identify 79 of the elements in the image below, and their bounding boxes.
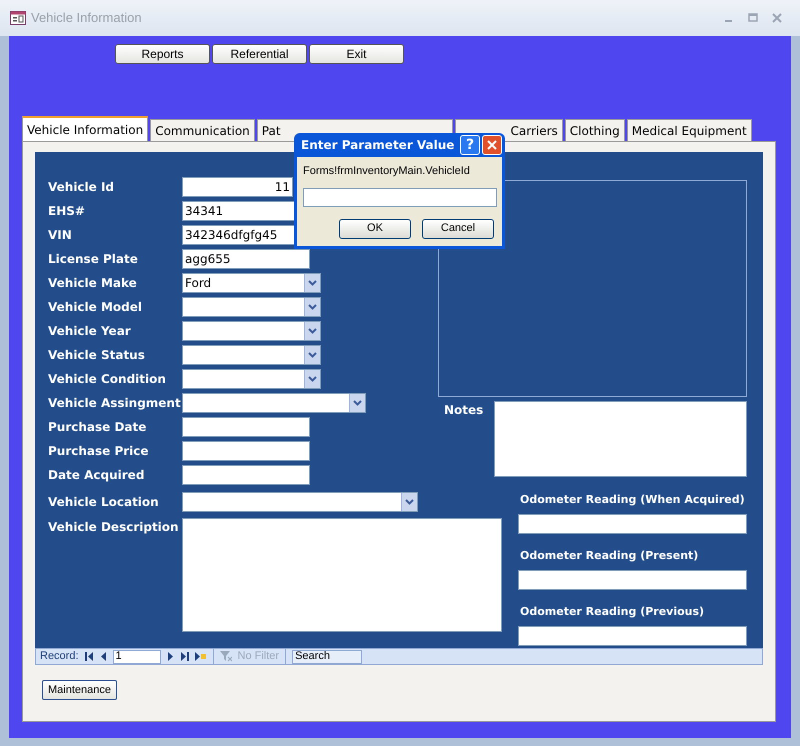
chevron-down-icon bbox=[308, 280, 317, 286]
odometer-field[interactable] bbox=[518, 626, 747, 646]
combo-box[interactable] bbox=[182, 345, 321, 365]
dialog-button[interactable]: Cancel bbox=[422, 218, 494, 238]
combo-box[interactable] bbox=[182, 321, 321, 341]
new-record-icon[interactable] bbox=[194, 652, 207, 661]
filter-status: No Filter bbox=[238, 649, 280, 664]
record-number-field[interactable]: 1 bbox=[112, 650, 161, 664]
field-label: License Plate bbox=[48, 251, 139, 268]
last-record-icon[interactable] bbox=[180, 652, 189, 661]
chevron-down-icon bbox=[308, 376, 317, 382]
field-label: Notes bbox=[443, 402, 484, 419]
text-field[interactable] bbox=[182, 465, 310, 485]
field-label: Odometer Reading (Present) bbox=[519, 548, 700, 564]
odometer-field[interactable] bbox=[518, 570, 747, 590]
parameter-field[interactable] bbox=[303, 188, 497, 206]
close-button[interactable] bbox=[482, 135, 502, 155]
field-label: Vehicle Assingment bbox=[48, 395, 182, 412]
chevron-down-icon bbox=[308, 352, 317, 358]
field-label: EHS# bbox=[48, 203, 86, 220]
header-button[interactable]: Reports bbox=[115, 44, 210, 64]
text-field[interactable] bbox=[182, 417, 310, 437]
field-label: Vehicle Location bbox=[48, 494, 160, 511]
combo-box[interactable] bbox=[182, 297, 321, 317]
combo-box[interactable]: Ford bbox=[182, 273, 321, 293]
field-label: Purchase Price bbox=[48, 443, 150, 460]
field-label: Date Acquired bbox=[48, 467, 146, 484]
dropdown-button[interactable] bbox=[304, 346, 320, 364]
field-label: Vehicle Model bbox=[48, 299, 143, 316]
field-label: Vehicle Status bbox=[48, 347, 146, 364]
tab[interactable]: Clothing bbox=[564, 119, 625, 141]
text-field[interactable]: agg655 bbox=[182, 249, 310, 269]
dropdown-button[interactable] bbox=[349, 394, 365, 412]
search-field[interactable]: Search bbox=[292, 650, 362, 664]
header-button[interactable]: Referential bbox=[212, 44, 307, 64]
notes-field[interactable] bbox=[494, 401, 747, 477]
dropdown-button[interactable] bbox=[304, 322, 320, 340]
text-field[interactable] bbox=[182, 441, 310, 461]
dropdown-button[interactable] bbox=[304, 370, 320, 388]
help-button[interactable]: ? bbox=[460, 135, 480, 155]
tab[interactable]: Medical Equipment bbox=[626, 119, 752, 141]
previous-record-icon[interactable] bbox=[98, 652, 107, 661]
tab[interactable]: Vehicle Information bbox=[22, 116, 148, 141]
dropdown-button[interactable] bbox=[304, 274, 320, 292]
description-field[interactable] bbox=[182, 518, 502, 632]
field-label: Odometer Reading (Previous) bbox=[519, 604, 706, 620]
field-label: Purchase Date bbox=[48, 419, 148, 436]
chevron-down-icon bbox=[353, 400, 362, 406]
field-label: VIN bbox=[48, 227, 73, 244]
parameter-prompt: Forms!frmInventoryMain.VehicleId bbox=[303, 164, 471, 179]
text-field[interactable]: 11 bbox=[182, 177, 293, 197]
dropdown-button[interactable] bbox=[304, 298, 320, 316]
odometer-field[interactable] bbox=[518, 514, 747, 534]
header-button[interactable]: Exit bbox=[309, 44, 404, 64]
chevron-down-icon bbox=[405, 499, 414, 505]
combo-box[interactable] bbox=[182, 393, 366, 413]
first-record-icon[interactable] bbox=[84, 652, 93, 661]
close-icon[interactable] bbox=[772, 13, 782, 23]
record-label: Record: bbox=[40, 649, 79, 664]
field-label: Vehicle Condition bbox=[48, 371, 167, 388]
chevron-down-icon bbox=[308, 328, 317, 334]
form-icon bbox=[10, 11, 26, 25]
window-title: Vehicle Information bbox=[31, 9, 142, 28]
dialog-button[interactable]: OK bbox=[339, 218, 411, 238]
next-record-icon[interactable] bbox=[166, 652, 175, 661]
field-label: Vehicle Description bbox=[48, 519, 180, 536]
maximize-icon[interactable] bbox=[748, 13, 758, 23]
field-label: Odometer Reading (When Acquired) bbox=[519, 492, 746, 508]
tab[interactable]: Communication bbox=[150, 119, 255, 141]
filter-icon bbox=[220, 651, 232, 662]
combo-box[interactable] bbox=[182, 369, 321, 389]
combo-box[interactable] bbox=[182, 492, 418, 512]
field-label: Vehicle Make bbox=[48, 275, 138, 292]
field-label: Vehicle Id bbox=[48, 179, 116, 196]
maintenance-button[interactable]: Maintenance bbox=[42, 680, 117, 700]
chevron-down-icon bbox=[308, 304, 317, 310]
close-icon bbox=[487, 140, 497, 150]
dropdown-button[interactable] bbox=[401, 493, 417, 511]
field-label: Vehicle Year bbox=[48, 323, 132, 340]
